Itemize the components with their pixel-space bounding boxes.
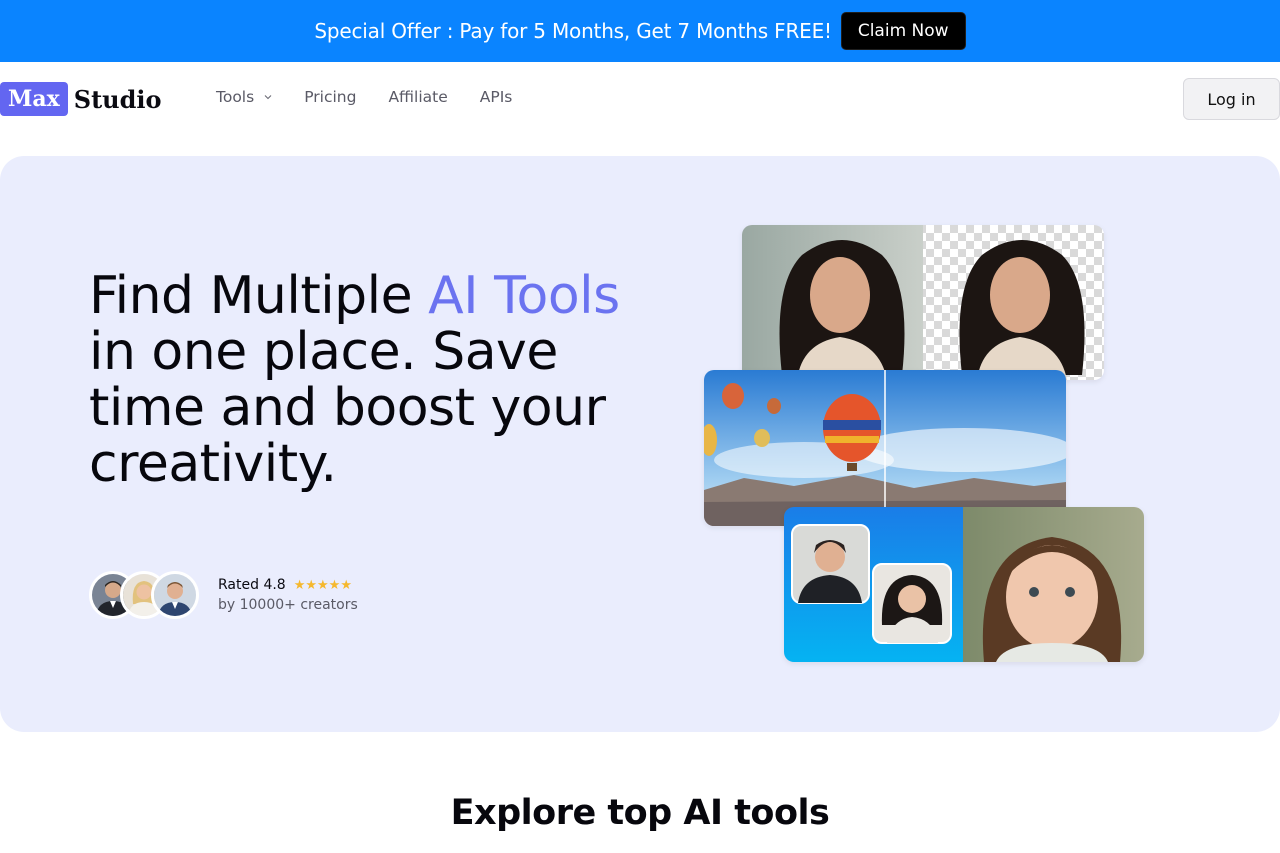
face-swap-preview: [784, 507, 1144, 662]
rating-text: Rated 4.8 ★★★★★ by 10000+ creators: [218, 577, 358, 613]
nav-tools[interactable]: Tools: [216, 88, 272, 106]
promo-banner: Special Offer : Pay for 5 Months, Get 7 …: [0, 0, 1280, 62]
portrait-image: [742, 225, 1104, 380]
rating-label: Rated 4.8: [218, 577, 286, 593]
hero-section: Find Multiple AI Tools in one place. Sav…: [0, 156, 1280, 732]
nav-pricing[interactable]: Pricing: [304, 88, 356, 106]
headline-part1: Find Multiple: [89, 266, 429, 326]
nav-apis[interactable]: APIs: [480, 88, 513, 106]
background-remover-preview: [742, 225, 1104, 380]
nav-affiliate[interactable]: Affiliate: [388, 88, 447, 106]
explore-heading: Explore top AI tools: [450, 793, 830, 833]
logo-word: Studio: [73, 84, 162, 114]
avatar: [151, 571, 199, 619]
headline-accent: AI Tools: [428, 266, 620, 326]
sky-replace-preview: [704, 370, 1066, 526]
claim-now-button[interactable]: Claim Now: [840, 12, 966, 50]
star-rating-icon: ★★★★★: [293, 577, 352, 593]
promo-text: Special Offer : Pay for 5 Months, Get 7 …: [314, 19, 832, 43]
top-nav: Max Studio Tools Pricing Affiliate APIs …: [0, 62, 1280, 134]
rating-subtext: by 10000+ creators: [218, 597, 358, 613]
nav-links: Tools Pricing Affiliate APIs: [216, 88, 512, 106]
hero-headline: Find Multiple AI Tools in one place. Sav…: [89, 268, 629, 492]
balloon-image: [704, 370, 1066, 526]
login-button[interactable]: Log in: [1183, 78, 1280, 120]
nav-tools-label: Tools: [216, 88, 255, 106]
logo-box: Max: [0, 82, 68, 116]
headline-part2: in one place. Save time and boost your c…: [89, 322, 606, 494]
logo[interactable]: Max Studio: [0, 82, 162, 116]
face-swap-image: [784, 507, 1144, 662]
creator-avatars: [89, 571, 199, 619]
rating-top: Rated 4.8 ★★★★★: [218, 577, 358, 593]
chevron-down-icon: [264, 95, 272, 100]
rating-block: Rated 4.8 ★★★★★ by 10000+ creators: [89, 571, 358, 619]
